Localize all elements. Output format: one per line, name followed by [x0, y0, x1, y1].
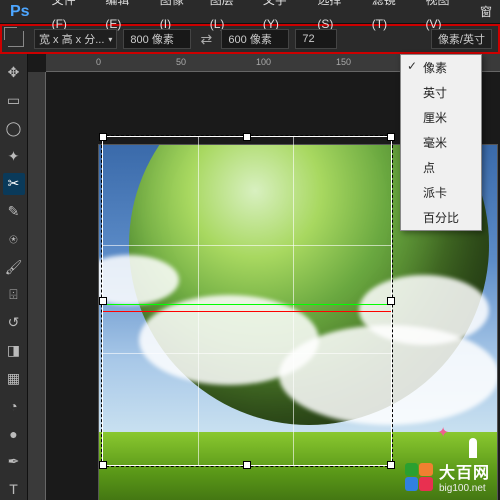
image-figure — [469, 438, 477, 458]
watermark-cn: 大百网 — [439, 459, 490, 483]
unit-label: 毫米 — [423, 136, 447, 150]
magic-wand-tool[interactable]: ✦ — [3, 145, 25, 167]
crop-handle-n[interactable] — [243, 133, 251, 141]
lasso-tool[interactable]: ◯ — [3, 118, 25, 140]
vertical-ruler[interactable] — [28, 72, 46, 500]
pen-tool[interactable]: ✒ — [3, 451, 25, 473]
image-cloud — [279, 325, 498, 425]
move-tool[interactable]: ✥ — [3, 62, 25, 84]
type-tool[interactable]: T — [3, 478, 25, 500]
watermark-logo-icon — [405, 463, 433, 491]
crop-width-field[interactable]: 800 像素 — [123, 29, 191, 49]
ruler-mark: 150 — [336, 57, 351, 67]
crop-handle-ne[interactable] — [387, 133, 395, 141]
app-logo: Ps — [4, 3, 36, 21]
healing-brush-tool[interactable]: ⍟ — [3, 229, 25, 251]
tools-panel: ✥ ▭ ◯ ✦ ✂ ✎ ⍟ 🖌 ⌹ ↺ ◨ ▦ ◔ ● ✒ T — [0, 54, 28, 500]
resolution-field[interactable]: 72 — [295, 29, 337, 49]
gradient-tool[interactable]: ▦ — [3, 367, 25, 389]
unit-option-picas[interactable]: 派卡 — [401, 180, 481, 205]
marquee-tool[interactable]: ▭ — [3, 90, 25, 112]
unit-label: 像素 — [423, 61, 447, 75]
crop-tool-indicator-icon — [8, 31, 24, 47]
blur-tool[interactable]: ◔ — [3, 395, 25, 417]
unit-option-points[interactable]: 点 — [401, 155, 481, 180]
clone-stamp-tool[interactable]: ⌹ — [3, 284, 25, 306]
check-icon: ✓ — [407, 59, 417, 73]
watermark-en: big100.net — [439, 483, 490, 494]
unit-label: 百分比 — [423, 211, 459, 225]
unit-option-pixels[interactable]: ✓ 像素 — [401, 55, 481, 80]
unit-option-mm[interactable]: 毫米 — [401, 130, 481, 155]
brush-tool[interactable]: 🖌 — [3, 256, 25, 278]
watermark: 大百网 big100.net — [405, 459, 490, 494]
crop-preset-dropdown[interactable]: 宽 x 高 x 分... ▾ — [34, 29, 117, 49]
eraser-tool[interactable]: ◨ — [3, 340, 25, 362]
crop-preset-label: 宽 x 高 x 分... — [39, 31, 104, 47]
crop-height-field[interactable]: 600 像素 — [221, 29, 289, 49]
swap-dimensions-icon[interactable]: ⇄ — [197, 30, 215, 48]
menu-filter[interactable]: 滤镜(T) — [364, 0, 418, 36]
ruler-mark: 0 — [96, 57, 101, 67]
unit-option-percent[interactable]: 百分比 — [401, 205, 481, 230]
crop-handle-nw[interactable] — [99, 133, 107, 141]
ruler-mark: 50 — [176, 57, 186, 67]
unit-label: 派卡 — [423, 186, 447, 200]
unit-label: 点 — [423, 161, 435, 175]
unit-dropdown-menu: ✓ 像素 英寸 厘米 毫米 点 派卡 百分比 — [400, 54, 482, 231]
history-brush-tool[interactable]: ↺ — [3, 312, 25, 334]
resolution-unit-button[interactable]: 像素/英寸 — [431, 29, 492, 49]
crop-tool[interactable]: ✂ — [3, 173, 25, 195]
unit-label: 英寸 — [423, 86, 447, 100]
chevron-down-icon: ▾ — [108, 35, 112, 44]
unit-label: 厘米 — [423, 111, 447, 125]
unit-option-cm[interactable]: 厘米 — [401, 105, 481, 130]
menu-bar: Ps 文件(F) 编辑(E) 图像(I) 图层(L) 文字(Y) 选择(S) 滤… — [0, 0, 500, 24]
eyedropper-tool[interactable]: ✎ — [3, 201, 25, 223]
ruler-mark: 100 — [256, 57, 271, 67]
menu-window[interactable]: 窗 — [472, 0, 500, 24]
unit-option-inches[interactable]: 英寸 — [401, 80, 481, 105]
crop-center-icon: ✦ — [437, 424, 449, 441]
dodge-tool[interactable]: ● — [3, 423, 25, 445]
